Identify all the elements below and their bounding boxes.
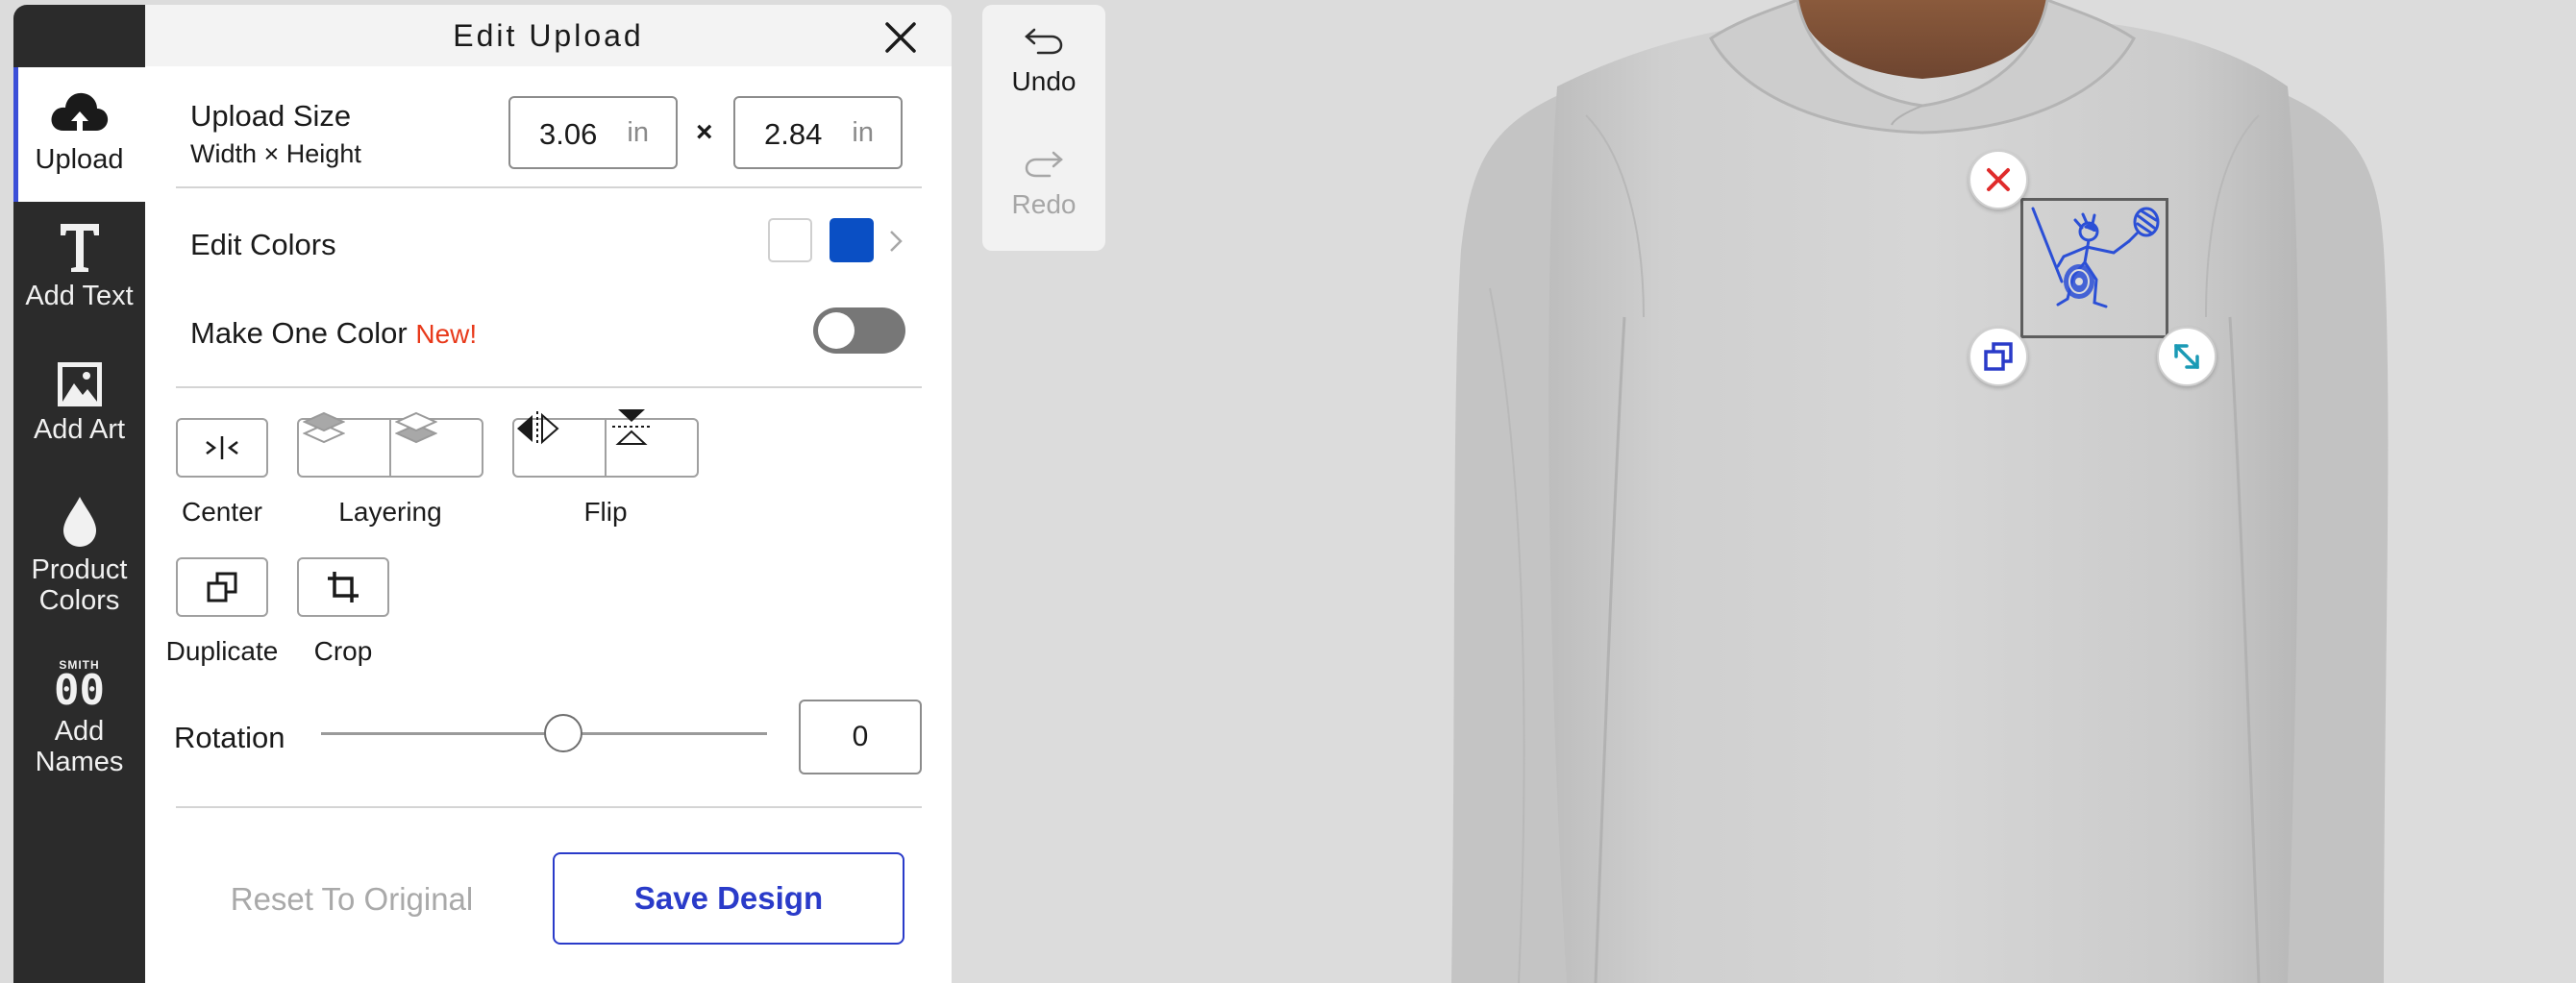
hoodie-product-image xyxy=(1451,0,2389,983)
rail-item-label-line1: Product xyxy=(31,554,128,585)
height-value: 2.84 xyxy=(764,117,823,151)
image-icon xyxy=(57,362,102,406)
width-unit: in xyxy=(627,117,649,148)
cloud-upload-icon xyxy=(51,92,108,133)
layering-label: Layering xyxy=(338,497,442,527)
resize-icon xyxy=(2174,344,2199,369)
rail-item-label-line1: Add xyxy=(54,716,105,747)
names-number-icon: SMITH 00 xyxy=(51,658,109,715)
flip-button-group xyxy=(512,409,699,478)
reset-to-original-button[interactable]: Reset To Original xyxy=(203,881,501,918)
divider xyxy=(176,186,922,188)
rotation-label: Rotation xyxy=(174,721,285,754)
artwork-selection-box[interactable] xyxy=(2020,198,2168,338)
layer-backward-icon xyxy=(395,411,437,444)
text-icon xyxy=(60,224,99,272)
center-button[interactable] xyxy=(176,418,268,478)
duplicate-label: Duplicate xyxy=(165,636,279,666)
edit-colors-label: Edit Colors xyxy=(190,228,336,261)
rail-item-label: Add Art xyxy=(33,414,126,445)
rotation-input[interactable]: 0 xyxy=(799,700,922,774)
divider xyxy=(176,386,922,388)
layer-forward-icon xyxy=(303,411,345,444)
crop-label: Crop xyxy=(313,636,373,666)
height-input[interactable]: 2.84 in xyxy=(733,96,903,169)
upload-size-sublabel: Width × Height xyxy=(190,139,361,168)
make-one-color-toggle[interactable] xyxy=(813,307,905,354)
center-label: Center xyxy=(181,497,263,527)
height-unit: in xyxy=(852,117,874,148)
rail-item-label: Add Text xyxy=(25,281,134,311)
rail-item-upload[interactable]: Upload xyxy=(13,67,145,202)
upload-size-label: Upload Size xyxy=(190,99,352,133)
flip-vertical-button[interactable] xyxy=(607,409,699,476)
rail-item-label-line2: Colors xyxy=(38,585,120,616)
duplicate-icon xyxy=(1984,342,2013,371)
edit-upload-panel: Edit Upload Upload Size Width × Height 3… xyxy=(145,5,952,983)
lacrosse-mascot-artwork xyxy=(2031,207,2160,308)
delete-handle[interactable] xyxy=(1969,150,2028,209)
crop-button[interactable] xyxy=(297,557,389,617)
resize-handle[interactable] xyxy=(2157,327,2217,386)
color-swatch-white[interactable] xyxy=(768,218,812,262)
names-icon-number: 00 xyxy=(54,666,105,715)
make-one-color-row: Make One Color New! xyxy=(190,316,477,351)
rail-item-label: Upload xyxy=(35,144,124,175)
duplicate-handle[interactable] xyxy=(1969,327,2028,386)
send-backward-button[interactable] xyxy=(391,411,483,476)
droplet-icon xyxy=(62,497,96,547)
tool-rail: Upload Add Text Add Art Product Colors S… xyxy=(13,5,145,983)
dimension-separator: × xyxy=(696,116,713,148)
bring-forward-button[interactable] xyxy=(299,411,391,476)
panel-title: Edit Upload xyxy=(453,18,644,53)
color-swatch-blue[interactable] xyxy=(830,218,874,262)
rotation-slider-thumb[interactable] xyxy=(544,714,582,752)
flip-horizontal-icon xyxy=(517,411,559,446)
new-badge: New! xyxy=(415,319,478,349)
rail-item-label-line2: Names xyxy=(35,747,124,777)
layering-button-group xyxy=(297,411,483,478)
close-icon xyxy=(1987,168,2010,191)
flip-vertical-icon xyxy=(612,409,651,445)
width-input[interactable]: 3.06 in xyxy=(508,96,678,169)
crop-icon xyxy=(328,572,359,602)
flip-horizontal-button[interactable] xyxy=(514,411,607,476)
divider xyxy=(176,806,922,808)
rail-item-add-text[interactable]: Add Text xyxy=(13,221,145,311)
design-canvas[interactable] xyxy=(952,0,2576,983)
make-one-color-label: Make One Color xyxy=(190,316,408,350)
rail-item-add-names[interactable]: SMITH 00 Add Names xyxy=(13,658,145,777)
center-icon xyxy=(206,436,238,459)
width-value: 3.06 xyxy=(539,117,598,151)
toggle-knob xyxy=(818,312,855,349)
rail-item-add-art[interactable]: Add Art xyxy=(13,360,145,445)
duplicate-icon xyxy=(207,572,237,602)
duplicate-button[interactable] xyxy=(176,557,268,617)
chevron-right-icon[interactable] xyxy=(887,229,904,254)
close-icon xyxy=(885,22,916,53)
rail-item-product-colors[interactable]: Product Colors xyxy=(13,495,145,616)
close-button[interactable] xyxy=(883,20,918,55)
save-design-button[interactable]: Save Design xyxy=(553,852,904,945)
flip-label: Flip xyxy=(583,497,628,527)
